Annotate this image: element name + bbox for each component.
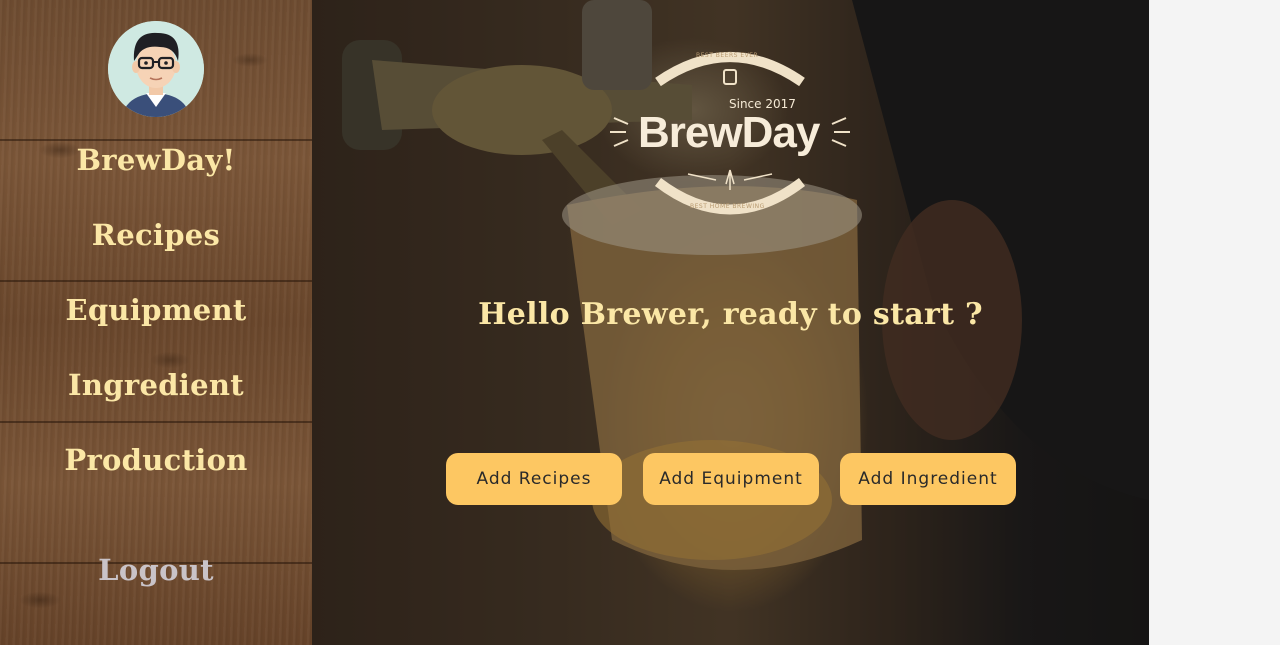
avatar[interactable] bbox=[108, 21, 204, 117]
add-recipes-button[interactable]: Add Recipes bbox=[446, 453, 622, 505]
logo-bottom-text: BEST HOME BREWING bbox=[690, 203, 765, 210]
logo-top-text: BEST BEERS EVER bbox=[696, 52, 759, 59]
sidebar-item-production[interactable]: Production bbox=[0, 443, 312, 477]
hero-section: BEST BEERS EVER Since 2017 BrewDay BEST … bbox=[312, 0, 1149, 645]
sidebar-item-ingredient[interactable]: Ingredient bbox=[0, 368, 312, 402]
add-ingredient-button[interactable]: Add Ingredient bbox=[840, 453, 1016, 505]
logo-name: BrewDay bbox=[638, 108, 820, 157]
logout-button[interactable]: Logout bbox=[0, 553, 312, 587]
brewday-logo: BEST BEERS EVER Since 2017 BrewDay BEST … bbox=[608, 42, 852, 222]
add-equipment-button[interactable]: Add Equipment bbox=[643, 453, 819, 505]
sidebar-item-equipment[interactable]: Equipment bbox=[0, 293, 312, 327]
sidebar-item-brewday[interactable]: BrewDay! bbox=[0, 143, 312, 177]
avatar-icon bbox=[108, 21, 204, 117]
sidebar: BrewDay! Recipes Equipment Ingredient Pr… bbox=[0, 0, 312, 645]
sidebar-item-recipes[interactable]: Recipes bbox=[0, 218, 312, 252]
greeting-heading: Hello Brewer, ready to start ? bbox=[478, 297, 983, 332]
